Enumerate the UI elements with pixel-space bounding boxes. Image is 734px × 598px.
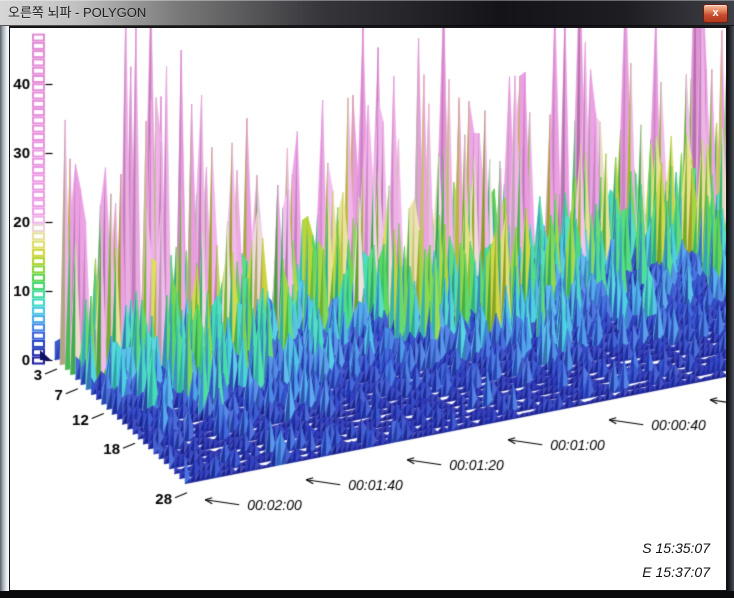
window-title: 오른쪽 뇌파 - POLYGON: [8, 0, 146, 26]
session-times: S 15:35:07 E 15:37:07: [642, 536, 710, 584]
polygon-surface-canvas: [10, 28, 726, 590]
chart-area: S 15:35:07 E 15:37:07: [9, 27, 727, 591]
window-border-bottom: [0, 591, 734, 598]
app-window: 오른쪽 뇌파 - POLYGON x S 15:35:07 E 15:37:07: [0, 0, 734, 598]
window-border-left: [0, 26, 9, 591]
close-icon: x: [712, 7, 718, 19]
window-border-right: [727, 26, 734, 591]
titlebar[interactable]: 오른쪽 뇌파 - POLYGON x: [0, 0, 734, 26]
start-time-label: S 15:35:07: [642, 536, 710, 560]
close-button[interactable]: x: [703, 4, 728, 23]
end-time-label: E 15:37:07: [642, 560, 710, 584]
